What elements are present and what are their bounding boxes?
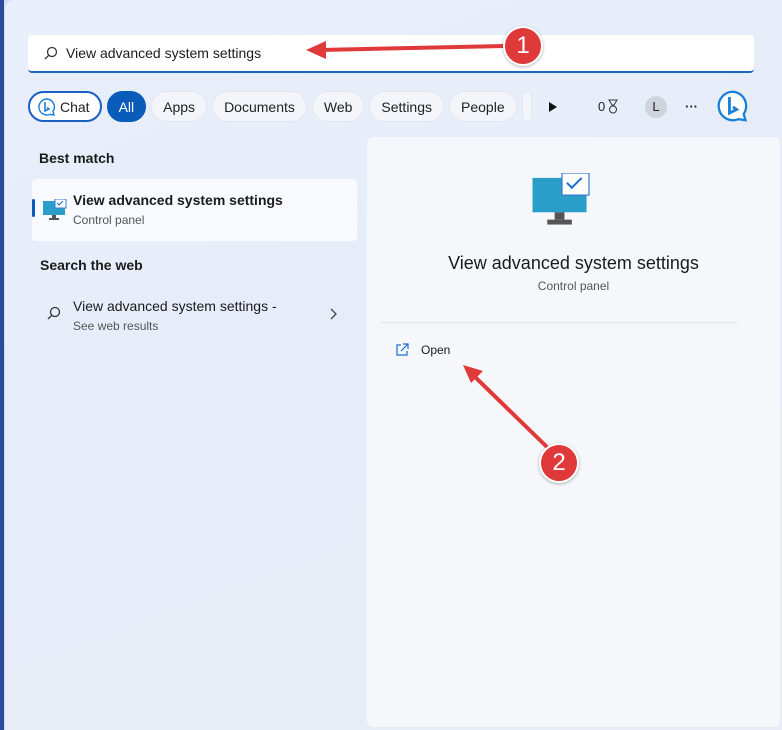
search-web-heading: Search the web (40, 257, 143, 273)
search-input[interactable]: View advanced system settings (28, 35, 754, 73)
scroll-filters-button[interactable] (548, 91, 558, 122)
filter-web[interactable]: Web (311, 91, 365, 122)
filter-overflow[interactable] (521, 91, 532, 122)
search-icon (44, 46, 58, 60)
search-icon (47, 306, 61, 320)
medal-icon (608, 99, 619, 113)
filter-documents[interactable]: Documents (212, 91, 307, 122)
annotation-step-2: 2 (539, 443, 579, 483)
play-arrow-icon (549, 101, 557, 112)
selection-indicator (32, 199, 35, 217)
preview-subtitle: Control panel (537, 279, 610, 293)
web-result-title: View advanced system settings - (73, 298, 277, 314)
web-result[interactable]: View advanced system settings - See web … (32, 290, 357, 342)
chevron-right-icon (330, 308, 337, 320)
divider (381, 322, 738, 323)
system-settings-icon (43, 199, 67, 220)
bing-icon (717, 90, 748, 122)
bing-button[interactable] (717, 90, 749, 122)
web-result-subtitle: See web results (73, 319, 159, 333)
open-action[interactable]: Open (395, 343, 450, 357)
best-match-title: View advanced system settings (73, 192, 283, 208)
avatar-initial: L (645, 95, 667, 118)
filter-all[interactable]: All (106, 91, 147, 122)
best-match-result[interactable]: View advanced system settings Control pa… (32, 179, 357, 241)
filter-people[interactable]: People (449, 91, 517, 122)
open-label: Open (421, 343, 451, 357)
more-options-button[interactable]: ··· (685, 91, 698, 122)
best-match-subtitle: Control panel (73, 213, 145, 227)
annotation-step-1: 1 (503, 26, 543, 66)
filter-chat-label: Chat (60, 98, 90, 115)
best-match-heading: Best match (39, 150, 115, 166)
preview-title: View advanced system settings (448, 253, 699, 273)
rewards-count: 0 (598, 99, 606, 114)
search-text: View advanced system settings (66, 45, 262, 61)
rewards-button[interactable]: 0 (598, 91, 619, 122)
system-settings-large-icon (532, 173, 590, 225)
open-external-icon (396, 343, 409, 356)
filter-chat[interactable]: Chat (28, 91, 102, 122)
preview-pane: View advanced system settings Control pa… (367, 137, 780, 727)
filter-apps[interactable]: Apps (151, 91, 208, 122)
filter-settings[interactable]: Settings (369, 91, 445, 122)
bing-chat-icon (38, 97, 56, 116)
account-avatar[interactable]: L (645, 91, 667, 122)
